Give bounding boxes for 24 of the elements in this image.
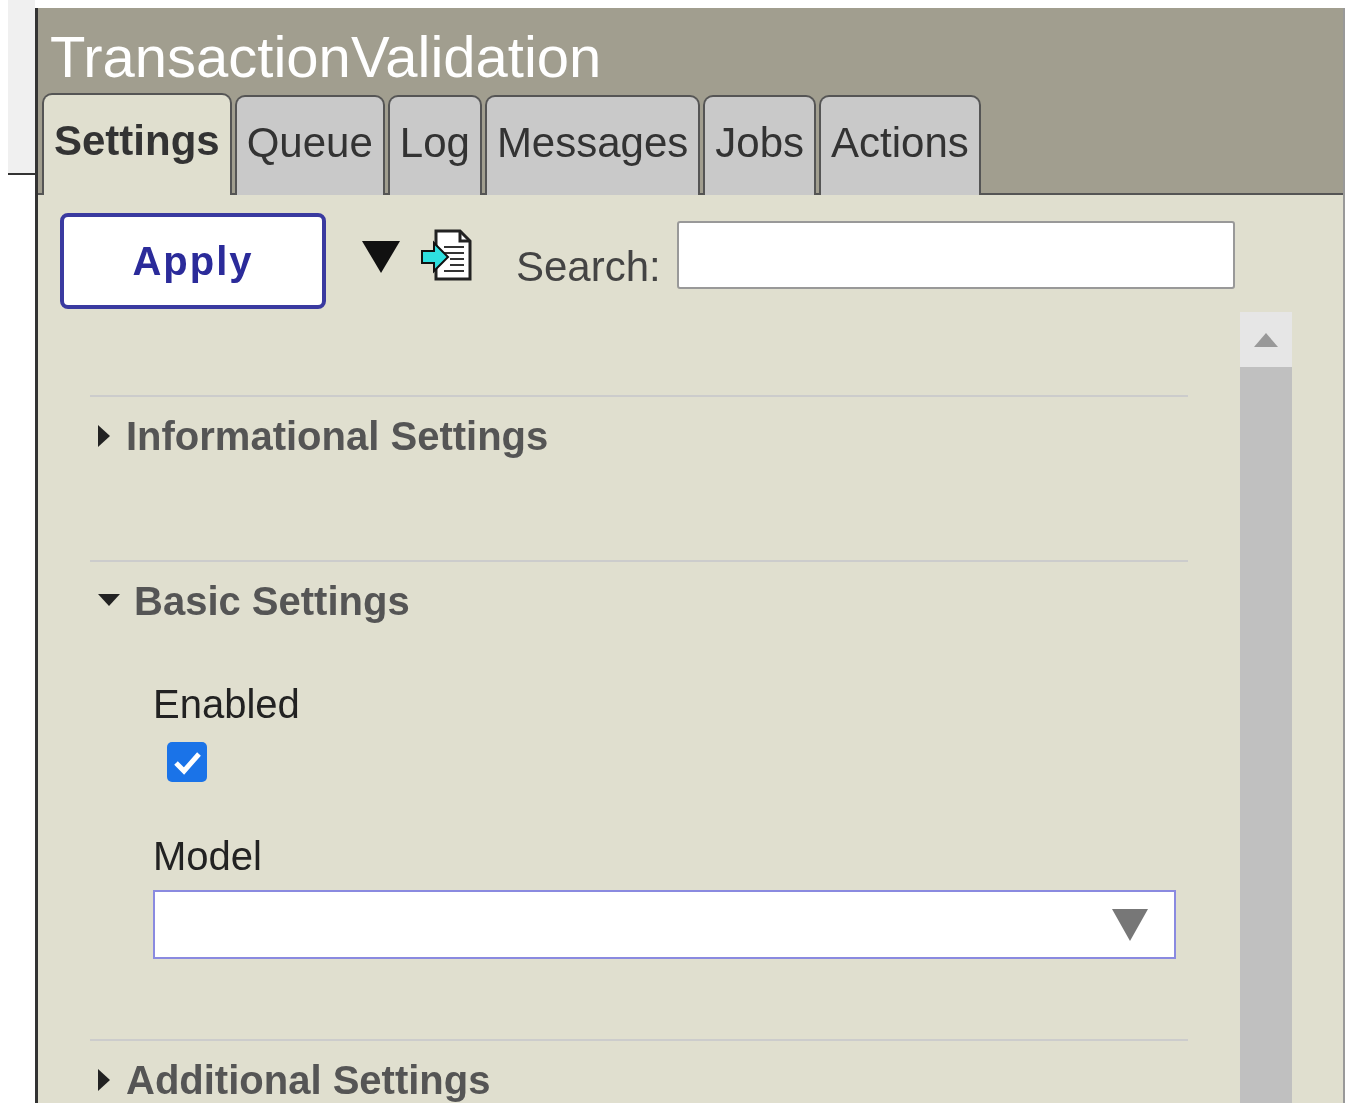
caret-icon: [1112, 908, 1148, 941]
field-label: Model: [153, 833, 262, 880]
window-title: TransactionValidation: [50, 23, 602, 91]
apply-button[interactable]: Apply: [60, 213, 326, 309]
tab[interactable]: Queue: [234, 95, 385, 195]
search-field[interactable]: [676, 221, 1235, 289]
select-field[interactable]: [153, 890, 1176, 959]
tab[interactable]: Messages: [484, 95, 701, 195]
section-title[interactable]: Additional Settings: [126, 1050, 491, 1103]
dropdown-icon[interactable]: [362, 241, 400, 275]
tab[interactable]: Jobs: [703, 95, 816, 195]
tab[interactable]: Actions: [819, 95, 981, 195]
caret-icon[interactable]: [98, 425, 112, 447]
caret-icon[interactable]: [98, 594, 120, 608]
caret-icon[interactable]: [98, 1069, 112, 1091]
search-label: Search:: [516, 242, 661, 292]
tab[interactable]: Settings: [42, 93, 232, 195]
checkbox[interactable]: [167, 742, 207, 782]
scrollbar[interactable]: [1240, 312, 1292, 1103]
field-label: Enabled: [153, 681, 300, 728]
tab[interactable]: Log: [387, 95, 482, 195]
import-document-icon[interactable]: [420, 229, 474, 281]
section-title[interactable]: Informational Settings: [126, 406, 549, 466]
section-title[interactable]: Basic Settings: [134, 571, 410, 631]
